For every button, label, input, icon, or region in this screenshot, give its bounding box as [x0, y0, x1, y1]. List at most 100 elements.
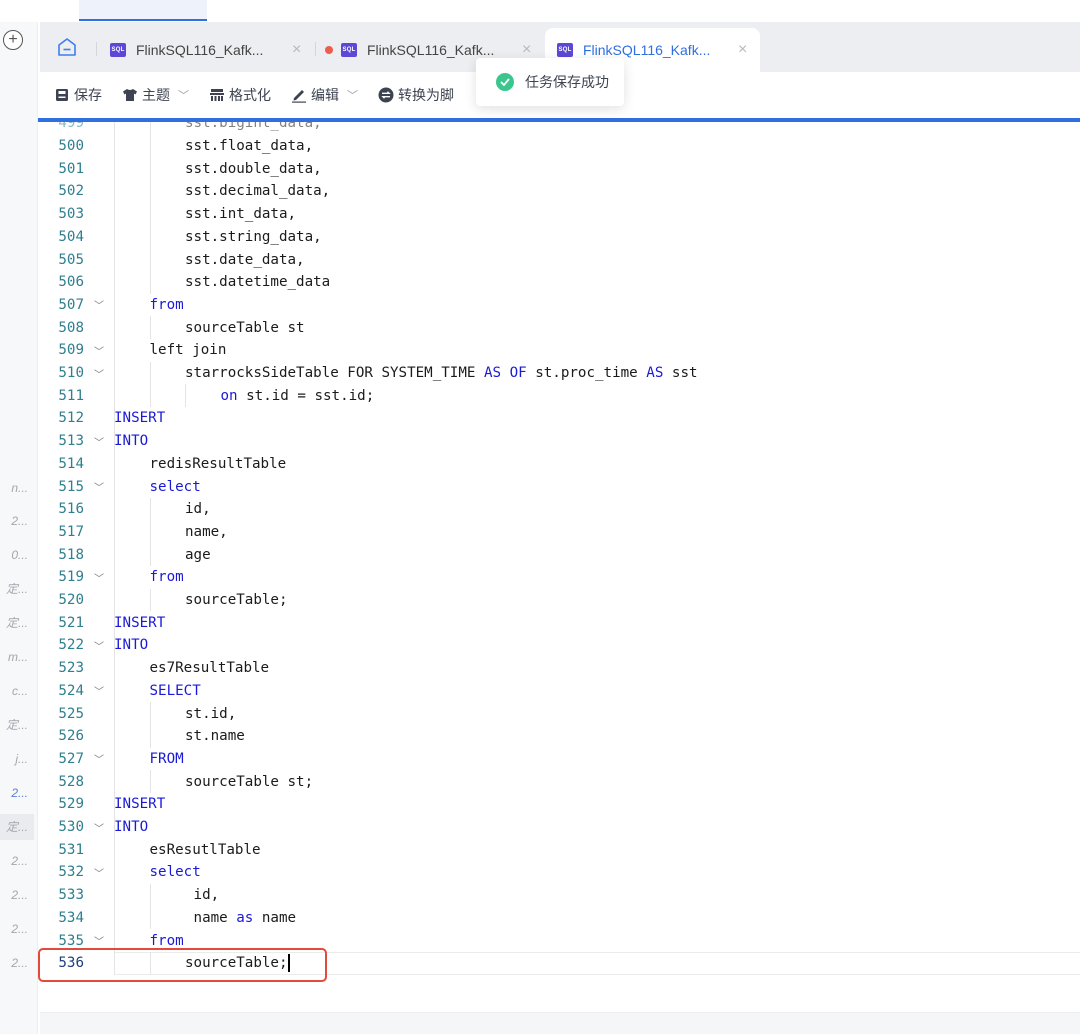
fold-chevron-icon[interactable]: ﹀: [84, 820, 114, 835]
sidebar-task-item[interactable]: 2...: [0, 508, 34, 534]
sidebar-task-item[interactable]: n...: [0, 475, 34, 501]
line-number: 535: [58, 932, 84, 949]
convert-to-script-button[interactable]: 转换为脚: [378, 85, 454, 105]
line-number: 525: [58, 705, 84, 722]
code-line[interactable]: 513 ﹀ INTO: [40, 430, 1080, 453]
sidebar-task-item[interactable]: 定...: [0, 576, 34, 602]
code-text: id,: [185, 887, 220, 903]
code-token: st.proc_time: [526, 365, 647, 382]
code-line[interactable]: 533 id,: [40, 884, 1080, 907]
code-line[interactable]: 499 sst.bigint_data,: [40, 122, 1080, 135]
tab-title: FlinkSQL116_Kafk...: [583, 42, 711, 58]
fold-chevron-icon[interactable]: ﹀: [84, 751, 114, 766]
code-line[interactable]: 504 sst.string_data,: [40, 226, 1080, 249]
code-line[interactable]: 522 ﹀ INTO: [40, 634, 1080, 657]
code-line[interactable]: 525 st.id,: [40, 702, 1080, 725]
fold-chevron-icon[interactable]: ﹀: [84, 343, 114, 358]
fold-chevron-icon[interactable]: ﹀: [84, 683, 114, 698]
sidebar-task-item[interactable]: 2...: [0, 848, 34, 874]
code-line[interactable]: 531 esResutlTable: [40, 838, 1080, 861]
fold-chevron-icon[interactable]: ﹀: [84, 570, 114, 585]
close-icon[interactable]: ×: [738, 41, 747, 59]
code-line[interactable]: 508 sourceTable st: [40, 316, 1080, 339]
fold-chevron-icon[interactable]: ﹀: [84, 933, 114, 948]
edit-dropdown[interactable]: 编辑 ﹀: [291, 85, 358, 105]
line-number: 528: [58, 773, 84, 790]
code-token: name: [185, 909, 237, 926]
code-line[interactable]: 515 ﹀ select: [40, 475, 1080, 498]
sidebar-task-item[interactable]: c...: [0, 678, 34, 704]
line-number: 524: [58, 682, 84, 699]
code-line[interactable]: 512 INSERT: [40, 407, 1080, 430]
code-token: sst: [663, 365, 698, 382]
close-icon[interactable]: ×: [292, 41, 301, 59]
code-line[interactable]: 523 es7ResultTable: [40, 657, 1080, 680]
code-line[interactable]: 514 redisResultTable: [40, 453, 1080, 476]
code-line[interactable]: 524 ﹀ SELECT: [40, 680, 1080, 703]
code-line[interactable]: 509 ﹀ left join: [40, 339, 1080, 362]
code-line[interactable]: 532 ﹀ select: [40, 861, 1080, 884]
convert-icon: [378, 87, 394, 103]
code-line[interactable]: 520 sourceTable;: [40, 589, 1080, 612]
code-line[interactable]: 530 ﹀ INTO: [40, 816, 1080, 839]
sidebar-task-item[interactable]: j...: [0, 746, 34, 772]
code-line[interactable]: 526 st.name: [40, 725, 1080, 748]
top-nav-active-item[interactable]: [79, 0, 207, 21]
code-line[interactable]: 511 on st.id = sst.id;: [40, 384, 1080, 407]
code-line[interactable]: 510 ﹀ starrocksSideTable FOR SYSTEM_TIME A…: [40, 362, 1080, 385]
code-token: sst.float_data,: [185, 138, 314, 155]
theme-label: 主题: [142, 87, 170, 103]
sidebar-task-item[interactable]: 2...: [0, 916, 34, 942]
plus-circle-icon[interactable]: +: [3, 30, 23, 50]
sidebar-task-item[interactable]: 0...: [0, 542, 34, 568]
fold-chevron-icon[interactable]: ﹀: [84, 366, 114, 381]
tab-flinksql-1[interactable]: SQL FlinkSQL116_Kafk... ×: [110, 28, 310, 72]
fold-chevron-icon[interactable]: ﹀: [84, 865, 114, 880]
line-number: 506: [58, 274, 84, 291]
close-icon[interactable]: ×: [522, 41, 531, 59]
code-line[interactable]: 529 INSERT: [40, 793, 1080, 816]
code-line[interactable]: 517 name,: [40, 521, 1080, 544]
code-line[interactable]: 528 sourceTable st;: [40, 770, 1080, 793]
code-line[interactable]: 505 sst.date_data,: [40, 248, 1080, 271]
code-text: sourceTable st: [185, 320, 305, 336]
home-icon[interactable]: [56, 36, 78, 58]
code-line[interactable]: 507 ﹀ from: [40, 294, 1080, 317]
code-line[interactable]: 503 sst.int_data,: [40, 203, 1080, 226]
fold-chevron-icon[interactable]: ﹀: [84, 638, 114, 653]
code-token: esResutlTable: [149, 841, 261, 858]
code-line[interactable]: 500 sst.float_data,: [40, 135, 1080, 158]
format-label: 格式化: [229, 87, 271, 103]
fold-chevron-icon[interactable]: ﹀: [84, 479, 114, 494]
sidebar-task-item[interactable]: 2...: [0, 780, 34, 806]
sql-code-editor[interactable]: 499 sst.bigint_data, 500 sst.float_data, 501…: [40, 122, 1080, 1012]
format-button[interactable]: 格式化: [209, 85, 271, 105]
code-text: esResutlTable: [150, 842, 261, 858]
sidebar-task-item[interactable]: 定...: [0, 712, 34, 738]
code-line[interactable]: 527 ﹀ FROM: [40, 748, 1080, 771]
code-line[interactable]: 516 id,: [40, 498, 1080, 521]
fold-chevron-icon[interactable]: ﹀: [84, 297, 114, 312]
code-text: age: [185, 547, 211, 563]
code-line[interactable]: 501 sst.double_data,: [40, 157, 1080, 180]
success-toast: 任务保存成功: [476, 58, 624, 106]
sql-keyword: FROM: [149, 750, 184, 767]
code-line[interactable]: 506 sst.datetime_data: [40, 271, 1080, 294]
code-line[interactable]: 519 ﹀ from: [40, 566, 1080, 589]
sidebar-task-item[interactable]: 2...: [0, 950, 34, 976]
code-line[interactable]: 518 age: [40, 543, 1080, 566]
sidebar-task-item[interactable]: 2...: [0, 882, 34, 908]
code-line[interactable]: 502 sst.decimal_data,: [40, 180, 1080, 203]
code-token: name,: [185, 523, 228, 540]
fold-chevron-icon[interactable]: ﹀: [84, 434, 114, 449]
sidebar-task-item[interactable]: 定...: [0, 610, 34, 636]
line-number: 526: [58, 728, 84, 745]
code-line[interactable]: 534 name as name: [40, 907, 1080, 930]
theme-dropdown[interactable]: 主题 ﹀: [122, 85, 189, 105]
code-text: sst.datetime_data: [185, 274, 330, 290]
sidebar-task-item[interactable]: 定...: [0, 814, 34, 840]
code-line[interactable]: 521 INSERT: [40, 611, 1080, 634]
sidebar-task-item[interactable]: m...: [0, 644, 34, 670]
line-number: 531: [58, 841, 84, 858]
save-button[interactable]: 保存: [54, 85, 102, 105]
